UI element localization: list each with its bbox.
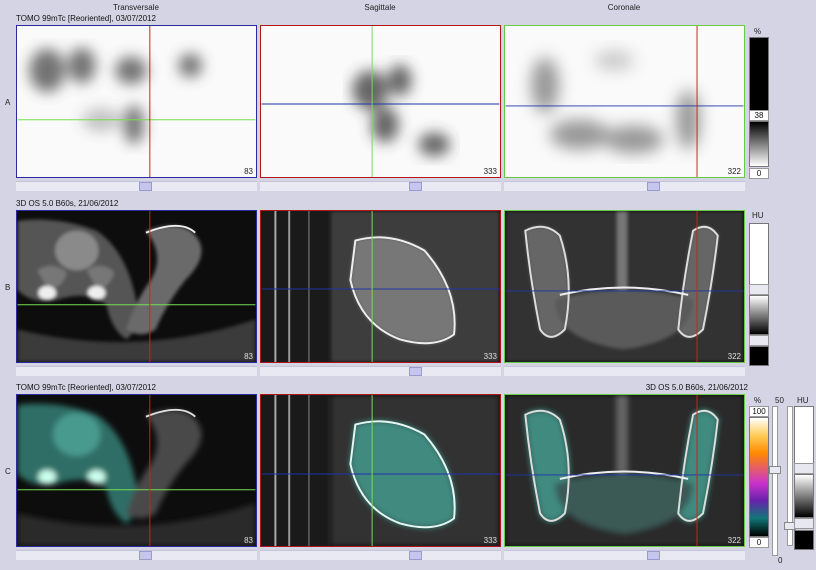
panel-b-coronale[interactable]: 322 <box>504 210 745 363</box>
colorbar-c-hu-upper <box>794 406 814 464</box>
panel-c-sagittale[interactable]: 333 <box>260 394 501 547</box>
fusion-sagittale-image <box>261 395 500 546</box>
panel-c-coronale[interactable]: 322 <box>504 394 745 547</box>
scrollbar-c-coronale[interactable] <box>504 550 745 560</box>
scroll-thumb[interactable] <box>647 182 660 191</box>
fusion-transversale-image <box>17 395 256 546</box>
series-label-row-c-right: 3D OS 5.0 B60s, 21/06/2012 <box>645 383 748 392</box>
scrollbar-b-coronale[interactable] <box>504 366 745 376</box>
spect-sagittale-image <box>261 26 500 177</box>
scroll-thumb[interactable] <box>409 551 422 560</box>
colorbar-b-lower <box>749 295 769 335</box>
hu-slider-handle[interactable] <box>794 463 814 474</box>
fusion-slider-thumb[interactable] <box>769 466 781 474</box>
scrollbar-a-transversale[interactable] <box>16 181 257 191</box>
colorbar-b-upper <box>749 223 769 285</box>
series-label-row-a: TOMO 99mTc [Reoriented], 03/07/2012 <box>16 14 156 23</box>
scroll-thumb[interactable] <box>139 182 152 191</box>
scale-min-value[interactable]: 0 <box>749 168 769 179</box>
panel-b-sagittale[interactable]: 333 <box>260 210 501 363</box>
scale-slider-handle[interactable] <box>749 284 769 295</box>
fusion-coronale-image <box>505 395 744 546</box>
slider-min-value: 0 <box>778 556 783 565</box>
column-header-coronale: Coronale <box>607 3 641 12</box>
panel-b-transversale[interactable]: 83 <box>16 210 257 363</box>
series-label-row-b: 3D OS 5.0 B60s, 21/06/2012 <box>16 199 119 208</box>
colorbar-b-bottom <box>749 346 769 366</box>
row-label-c: C <box>5 467 11 476</box>
scrollbar-c-transversale[interactable] <box>16 550 257 560</box>
scale-mid-value[interactable]: 38 <box>749 110 769 121</box>
column-header-transversale: Transversale <box>113 3 159 12</box>
fusion-slider-track[interactable] <box>772 406 778 556</box>
panel-a-sagittale[interactable]: 333 <box>260 25 501 178</box>
scrollbar-b-sagittale[interactable] <box>260 366 501 376</box>
scrollbar-c-sagittale[interactable] <box>260 550 501 560</box>
spect-coronale-image <box>505 26 744 177</box>
scrollbar-a-sagittale[interactable] <box>260 181 501 191</box>
panel-c-transversale[interactable]: 83 <box>16 394 257 547</box>
scale-slider-handle[interactable] <box>749 335 769 346</box>
colorbar-c-hu-lower <box>794 474 814 518</box>
colorbar-a-lower <box>749 121 769 167</box>
fusion-value: 50 <box>775 396 784 405</box>
hu-slider-handle[interactable] <box>794 518 814 529</box>
colorbar-a-upper <box>749 37 769 111</box>
slice-number: 83 <box>244 167 253 176</box>
panel-a-coronale[interactable]: 322 <box>504 25 745 178</box>
ct-coronale-image <box>505 211 744 362</box>
row-label-a: A <box>5 98 11 107</box>
spect-transversale-image <box>17 26 256 177</box>
slice-number: 333 <box>483 536 497 545</box>
slice-number: 83 <box>244 536 253 545</box>
slice-number: 322 <box>727 167 741 176</box>
scrollbar-a-coronale[interactable] <box>504 181 745 191</box>
scroll-thumb[interactable] <box>139 551 152 560</box>
ct-sagittale-image <box>261 211 500 362</box>
ct-transversale-image <box>17 211 256 362</box>
slice-number: 322 <box>727 352 741 361</box>
pct-min-value[interactable]: 0 <box>749 537 769 548</box>
slice-number: 83 <box>244 352 253 361</box>
column-header-sagittale: Sagittale <box>364 3 396 12</box>
scale-unit-label: HU <box>752 211 764 220</box>
pct-max-value[interactable]: 100 <box>749 406 769 417</box>
colorbar-c-hu-bottom <box>794 530 814 550</box>
series-label-row-c: TOMO 99mTc [Reoriented], 03/07/2012 <box>16 383 156 392</box>
slice-number: 322 <box>727 536 741 545</box>
scale-unit-label: % <box>754 27 762 36</box>
slice-number: 333 <box>483 167 497 176</box>
hu-unit-label: HU <box>797 396 809 405</box>
panel-a-transversale[interactable]: 83 <box>16 25 257 178</box>
scroll-thumb[interactable] <box>409 367 422 376</box>
scroll-thumb[interactable] <box>409 182 422 191</box>
pct-unit-label: % <box>754 396 762 405</box>
scroll-thumb[interactable] <box>647 551 660 560</box>
row-label-b: B <box>5 283 11 292</box>
slice-number: 333 <box>483 352 497 361</box>
scrollbar-b-transversale[interactable] <box>16 366 257 376</box>
colorbar-pct <box>749 417 769 537</box>
